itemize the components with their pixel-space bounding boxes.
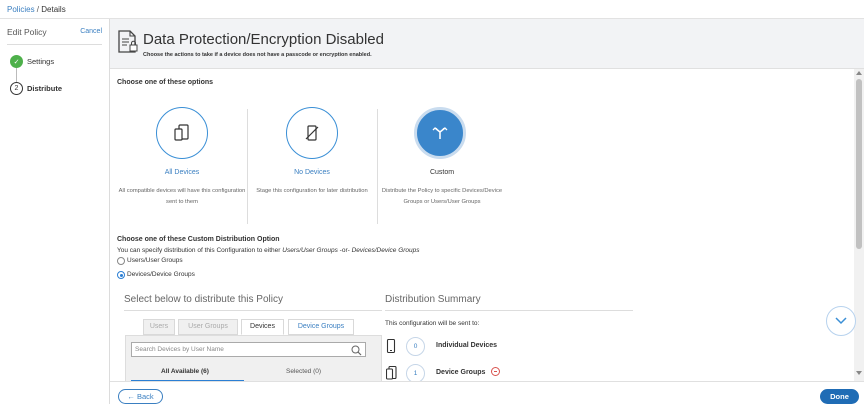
option-title: Custom [429, 169, 455, 176]
tab-user-groups[interactable]: User Groups [178, 319, 238, 335]
radio-button[interactable] [117, 257, 125, 265]
sidebar-title: Edit Policy [7, 27, 47, 37]
count-badge[interactable]: 0 [406, 337, 425, 356]
option-description: Distribute the Policy to specific Device… [381, 188, 503, 205]
custom-options-description: You can specify distribution of this Con… [117, 247, 420, 254]
breadcrumb-current: Details [41, 5, 66, 14]
option-title: No Devices [294, 169, 330, 176]
step-number: 2 [10, 82, 23, 95]
search-input[interactable]: Search Devices by User Name [131, 342, 366, 357]
document-lock-icon [117, 30, 139, 54]
step-distribute[interactable]: 2 Distribute [10, 82, 105, 96]
summary-label: Device Groups [436, 369, 486, 376]
split-arrows-icon [414, 107, 466, 159]
count-badge[interactable]: 1 [406, 364, 425, 381]
custom-options-heading: Choose one of these Custom Distribution … [117, 236, 280, 243]
footer: ← Back Done [110, 381, 864, 404]
breadcrumb-policies-link[interactable]: Policies [7, 5, 35, 14]
radio-button[interactable] [117, 271, 125, 279]
options-heading: Choose one of these options [117, 79, 214, 86]
done-button[interactable]: Done [820, 389, 859, 404]
select-panel-title: Select below to distribute this Policy [124, 294, 283, 305]
device-picker: Search Devices by User Name All Availabl… [125, 335, 382, 381]
search-icon [351, 345, 362, 356]
tab-all-available[interactable]: All Available (6) [161, 368, 209, 375]
cancel-link[interactable]: Cancel [80, 28, 102, 35]
tab-selected[interactable]: Selected (0) [286, 368, 321, 375]
summary-row-individual-devices: 0 Individual Devices [386, 337, 636, 357]
scrollbar-thumb[interactable] [856, 79, 862, 249]
step-settings[interactable]: ✓ Settings [10, 55, 105, 69]
scroll-down-button[interactable] [826, 306, 856, 336]
main-content: Choose one of these options All Devices … [110, 69, 854, 381]
divider [124, 310, 382, 311]
summary-row-device-groups: 1 Device Groups [385, 364, 636, 381]
description-text: You can specify distribution of this Con… [117, 247, 283, 254]
distribution-summary-title: Distribution Summary [385, 294, 481, 305]
option-no-devices[interactable]: No Devices Stage this configuration for … [241, 107, 371, 227]
devices-icon [156, 107, 208, 159]
device-group-icon [385, 365, 398, 381]
summary-label: Individual Devices [436, 342, 498, 349]
sidebar-header: Edit Policy Cancel [7, 27, 102, 45]
description-users: Users/User Groups [282, 247, 338, 254]
page-subtitle: Choose the actions to take if a device d… [143, 52, 372, 58]
option-all-devices[interactable]: All Devices All compatible devices will … [111, 107, 245, 227]
breadcrumb: Policies / Details [0, 0, 864, 19]
tab-users[interactable]: Users [143, 319, 175, 335]
no-device-icon [286, 107, 338, 159]
option-custom[interactable]: Custom Distribute the Policy to specific… [371, 107, 502, 227]
scroll-up-arrow-icon[interactable] [856, 71, 862, 75]
tab-device-groups[interactable]: Device Groups [288, 319, 354, 335]
option-description: All compatible devices will have this co… [118, 188, 246, 205]
scrollbar[interactable] [854, 69, 864, 381]
option-description: Stage this configuration for later distr… [256, 188, 368, 194]
scroll-down-arrow-icon[interactable] [856, 371, 862, 375]
phone-icon [386, 338, 396, 355]
description-devices: Devices/Device Groups [351, 247, 420, 254]
back-button[interactable]: ← Back [118, 389, 163, 404]
wizard-sidebar: Edit Policy Cancel ✓ Settings 2 Distribu… [0, 19, 110, 404]
step-label: Settings [27, 57, 55, 66]
description-or: -or- [337, 247, 352, 254]
remove-icon[interactable] [491, 367, 500, 376]
radio-label: Devices/Device Groups [127, 271, 195, 278]
checkmark-icon: ✓ [10, 55, 23, 68]
radio-label: Users/User Groups [127, 257, 183, 264]
page-title: Data Protection/Encryption Disabled [143, 31, 384, 48]
divider [385, 310, 633, 311]
page-header: Data Protection/Encryption Disabled Choo… [110, 19, 864, 69]
option-title: All Devices [164, 169, 200, 176]
tab-devices[interactable]: Devices [241, 319, 284, 335]
distribution-summary-description: This configuration will be sent to: [385, 320, 480, 327]
step-label: Distribute [27, 84, 63, 93]
chevron-down-icon [835, 317, 847, 325]
search-placeholder: Search Devices by User Name [135, 346, 224, 353]
